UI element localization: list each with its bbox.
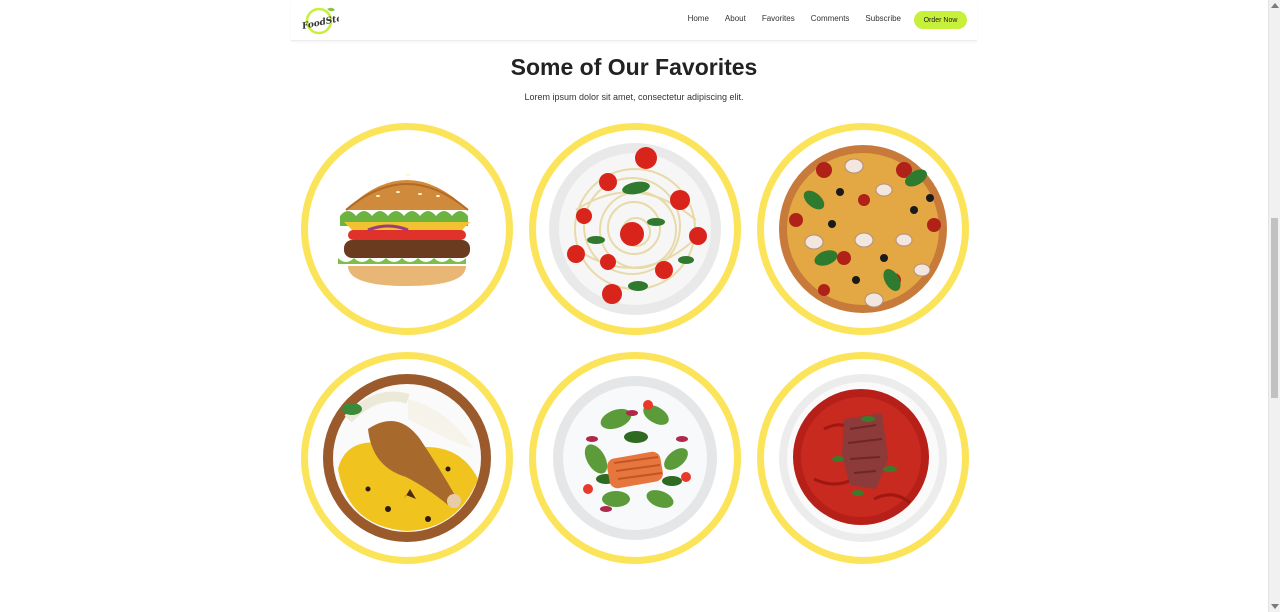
nav-home[interactable]: Home	[688, 13, 709, 25]
site-header: FoodSto Home About Favorites Comments Su…	[291, 0, 977, 41]
scroll-up-arrow-icon[interactable]	[1271, 3, 1279, 8]
pizza-image[interactable]	[757, 123, 969, 335]
foodsto-logo[interactable]: FoodSto	[299, 4, 343, 36]
borscht-soup-image[interactable]	[757, 352, 969, 564]
section-subtitle: Lorem ipsum dolor sit amet, consectetur …	[524, 92, 744, 102]
nav-favorites[interactable]: Favorites	[762, 13, 795, 25]
spaghetti-image[interactable]	[529, 123, 741, 335]
salmon-salad-image[interactable]	[529, 352, 741, 564]
nav-comments[interactable]: Comments	[811, 13, 850, 25]
order-now-button[interactable]: Order Now	[914, 11, 967, 29]
nav-subscribe[interactable]: Subscribe	[865, 13, 901, 25]
burger-image[interactable]	[301, 123, 513, 335]
scrollbar-thumb[interactable]	[1271, 218, 1278, 398]
main-nav: Home About Favorites Comments Subscribe	[672, 13, 901, 25]
scroll-down-arrow-icon[interactable]	[1271, 604, 1279, 609]
svg-text:FoodSto: FoodSto	[300, 14, 339, 32]
page: FoodSto Home About Favorites Comments Su…	[0, 0, 1280, 612]
page-scrollbar[interactable]	[1268, 0, 1280, 612]
nav-about[interactable]: About	[725, 13, 746, 25]
biryani-image[interactable]	[301, 352, 513, 564]
section-title: Some of Our Favorites	[510, 54, 758, 80]
